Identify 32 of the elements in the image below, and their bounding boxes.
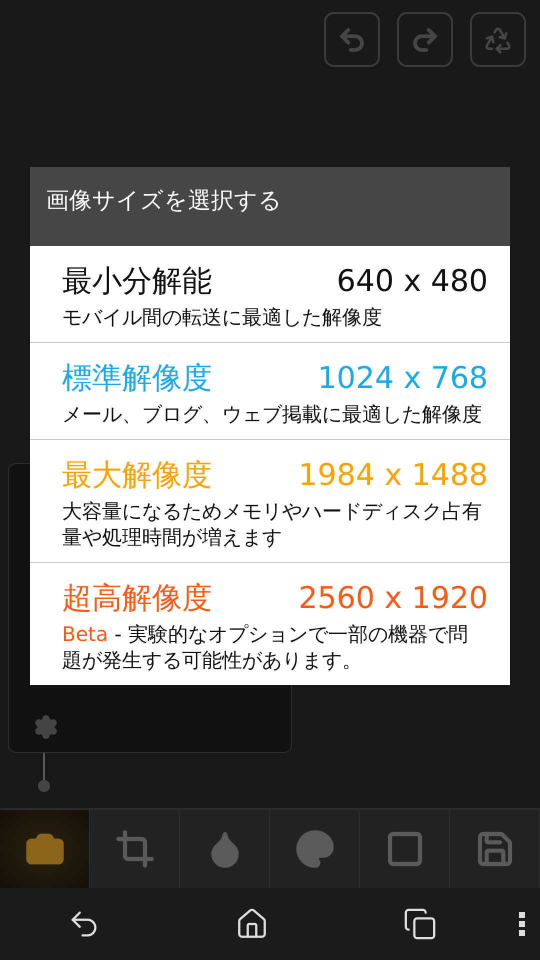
- recycle-button[interactable]: [470, 12, 526, 67]
- option-description: メール、ブログ、ウェブ掲載に最適した解像度: [62, 401, 483, 427]
- slider-handle-icon: [38, 753, 50, 793]
- dialog-title: 画像サイズを選択する: [46, 188, 282, 214]
- option-title: 最小分解能: [62, 264, 212, 300]
- recycle-icon: [483, 24, 513, 54]
- resolution-option[interactable]: 超高解像度 2560 x 1920 Beta - 実験的なオプションで一部の機器で問題が発生する可能性があります。: [30, 562, 510, 685]
- toolbar-button[interactable]: [450, 810, 540, 888]
- toolbar-button[interactable]: [90, 810, 180, 888]
- option-resolution: 1984 x 1488: [298, 458, 488, 494]
- resolution-option[interactable]: 最小分解能 640 x 480 モバイル間の転送に最適した解像度: [30, 246, 510, 342]
- toolbar-button[interactable]: [0, 810, 90, 888]
- toolbar-button[interactable]: [270, 810, 360, 888]
- recent-apps-icon: [403, 907, 437, 941]
- option-resolution: 1024 x 768: [318, 361, 488, 397]
- home-icon: [235, 907, 269, 941]
- option-description: Beta - 実験的なオプションで一部の機器で問題が発生する可能性があります。: [62, 621, 470, 673]
- option-title: 標準解像度: [62, 361, 212, 397]
- option-resolution: 2560 x 1920: [298, 581, 488, 617]
- redo-button[interactable]: [397, 12, 453, 67]
- resolution-option[interactable]: 標準解像度 1024 x 768 メール、ブログ、ウェブ掲載に最適した解像度: [30, 342, 510, 439]
- option-description: モバイル間の転送に最適した解像度: [62, 304, 383, 330]
- option-resolution: 640 x 480: [336, 264, 488, 300]
- option-title: 最大解像度: [62, 458, 212, 494]
- toolbar-button[interactable]: [180, 810, 270, 888]
- toolbar-button[interactable]: [360, 810, 450, 888]
- menu-icon: [519, 912, 525, 936]
- undo-button[interactable]: [324, 12, 380, 67]
- crop-icon: [114, 829, 154, 869]
- resolution-option[interactable]: 最大解像度 1984 x 1488 大容量になるためメモリやハードディスク占有量や処理時間が増えます: [30, 439, 510, 562]
- option-title: 超高解像度: [62, 581, 212, 617]
- option-description: 大容量になるためメモリやハードディスク占有量や処理時間が増えます: [62, 498, 483, 550]
